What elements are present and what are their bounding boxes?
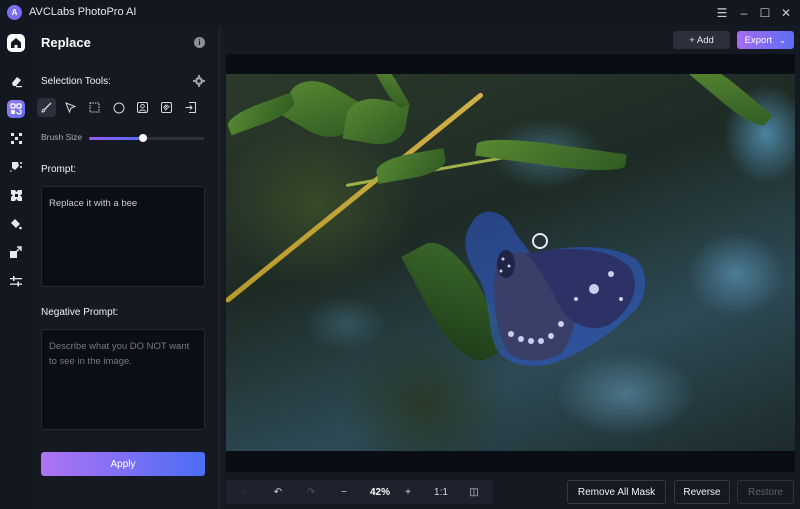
- zoom-out-button[interactable]: −: [336, 484, 352, 500]
- app-window: A AVCLabs PhotoPro AI ☰ – ☐ ✕ Replace i …: [0, 0, 800, 509]
- zoom-toolbar: ◌ ↶ ↷ − 42% + 1:1 ◫: [226, 480, 493, 504]
- paint-bucket-icon[interactable]: [7, 215, 25, 233]
- home-icon[interactable]: [7, 34, 25, 52]
- negative-prompt-input[interactable]: [41, 329, 205, 430]
- zoom-in-button[interactable]: +: [400, 484, 416, 500]
- magic-icon[interactable]: [7, 157, 25, 175]
- maximize-button[interactable]: ☐: [756, 4, 774, 22]
- brush-size-slider[interactable]: [89, 134, 204, 142]
- side-panel: Replace i Selection Tools: Brush Size Pr…: [32, 26, 218, 509]
- app-title: AVCLabs PhotoPro AI: [29, 6, 137, 18]
- eraser-icon[interactable]: [7, 72, 25, 90]
- brush-tool-icon[interactable]: [37, 98, 56, 117]
- brush-size-label: Brush Size: [41, 132, 83, 142]
- compare-icon[interactable]: ◫: [466, 484, 482, 500]
- leaf: [475, 133, 627, 177]
- menu-icon[interactable]: ☰: [713, 4, 731, 22]
- redo-icon[interactable]: ↷: [303, 484, 319, 500]
- butterfly-body: [497, 250, 515, 278]
- brush-size-fill: [89, 137, 144, 140]
- selection-tools-label: Selection Tools:: [41, 76, 111, 87]
- portrait-select-icon[interactable]: [133, 98, 152, 117]
- export-label: Export: [744, 34, 773, 46]
- resize-icon[interactable]: [7, 243, 25, 261]
- info-icon[interactable]: i: [194, 37, 205, 48]
- actual-size-button[interactable]: 1:1: [429, 484, 453, 500]
- panel-title: Replace: [41, 35, 91, 50]
- leaf: [689, 74, 773, 133]
- minimize-button[interactable]: –: [735, 4, 753, 22]
- leaf: [374, 148, 448, 184]
- export-button[interactable]: Export ⌄: [737, 31, 794, 49]
- title-bar: A AVCLabs PhotoPro AI ☰ – ☐ ✕: [0, 0, 800, 26]
- ellipse-select-icon[interactable]: [109, 98, 128, 117]
- gear-icon[interactable]: [193, 75, 205, 87]
- prompt-label: Prompt:: [41, 164, 77, 175]
- apply-button[interactable]: Apply: [41, 452, 205, 476]
- main-area: + Add Export ⌄ ◌ ↶ ↷ − 42% + 1:1 ◫ Remov…: [221, 26, 800, 509]
- pointer-tool-icon[interactable]: [61, 98, 80, 117]
- prompt-input[interactable]: Replace it with a bee: [41, 186, 205, 287]
- rectangle-select-icon[interactable]: [85, 98, 104, 117]
- add-button[interactable]: + Add: [673, 31, 730, 49]
- negative-prompt-label: Negative Prompt:: [41, 307, 119, 318]
- image-canvas[interactable]: [226, 54, 795, 472]
- app-logo-icon: A: [7, 5, 22, 20]
- remove-all-mask-button[interactable]: Remove All Mask: [567, 480, 666, 504]
- chevron-down-icon: ⌄: [778, 34, 787, 45]
- restore-button[interactable]: Restore: [737, 480, 794, 504]
- selection-tools: [37, 98, 200, 117]
- enhance-icon[interactable]: [7, 129, 25, 147]
- undo-icon[interactable]: ↶: [270, 484, 286, 500]
- replace-icon[interactable]: [7, 100, 25, 118]
- brush-size-handle[interactable]: [139, 134, 148, 142]
- tool-rail: [0, 26, 32, 509]
- butterfly-mask[interactable]: [451, 204, 656, 369]
- reset-icon[interactable]: ◌: [236, 484, 252, 500]
- sliders-icon[interactable]: [7, 272, 25, 290]
- reverse-button[interactable]: Reverse: [674, 480, 730, 504]
- zoom-level: 42%: [369, 486, 390, 498]
- expand-icon[interactable]: [7, 186, 25, 204]
- brush-cursor: [532, 233, 548, 249]
- photo[interactable]: [226, 74, 795, 451]
- close-button[interactable]: ✕: [777, 4, 795, 22]
- pattern-select-icon[interactable]: [157, 98, 176, 117]
- import-mask-icon[interactable]: [181, 98, 200, 117]
